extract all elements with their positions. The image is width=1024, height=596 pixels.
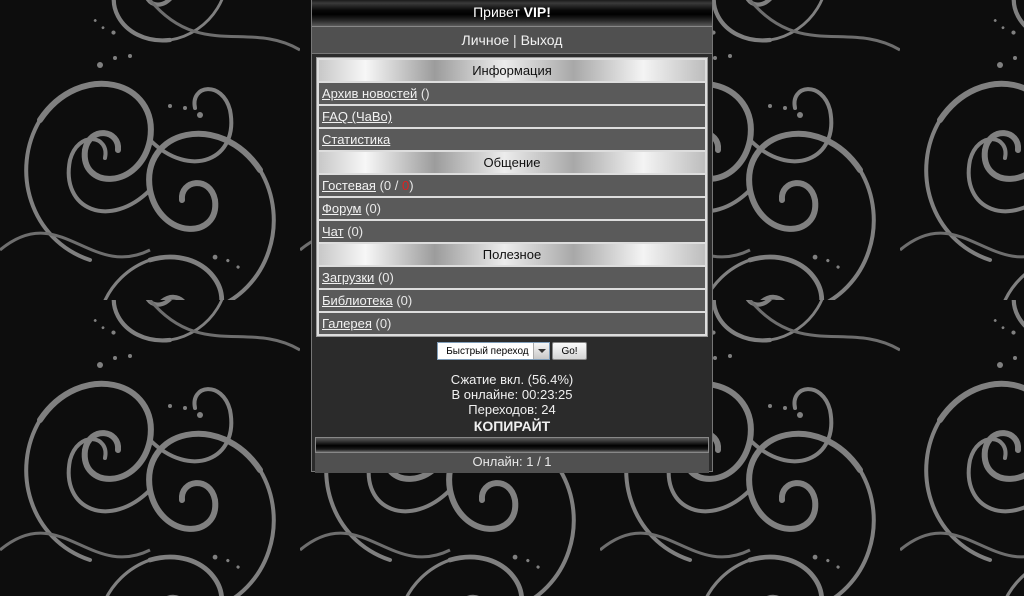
downloads-link[interactable]: Загрузки bbox=[322, 270, 374, 285]
menu-item-gallery: Галерея (0) bbox=[319, 313, 705, 334]
user-links: Личное | Выход bbox=[312, 27, 712, 54]
quick-nav-selected: Быстрый переход bbox=[446, 345, 529, 357]
chevron-down-icon[interactable] bbox=[533, 343, 550, 359]
quick-nav-form: Быстрый переход Go! bbox=[312, 341, 712, 361]
transitions-count: Переходов: 24 bbox=[468, 402, 556, 417]
menu-item-guestbook: Гостевая (0 / 0) bbox=[319, 175, 705, 198]
news-archive-link[interactable]: Архив новостей bbox=[322, 86, 417, 101]
main-panel: Привет VIP! Личное | Выход Информация Ар… bbox=[311, 0, 713, 473]
stats-block: Сжатие вкл. (56.4%) В онлайне: 00:23:25 … bbox=[312, 372, 712, 434]
chat-count: (0) bbox=[347, 224, 364, 239]
library-count: (0) bbox=[396, 293, 413, 308]
guestbook-link[interactable]: Гостевая bbox=[322, 178, 376, 193]
go-button[interactable]: Go! bbox=[552, 342, 587, 360]
section-heading-info: Информация bbox=[319, 60, 705, 83]
library-link[interactable]: Библиотека bbox=[322, 293, 393, 308]
greeting-text: Привет bbox=[473, 4, 520, 20]
menu-item-forum: Форум (0) bbox=[319, 198, 705, 221]
chat-link[interactable]: Чат bbox=[322, 224, 344, 239]
online-count: Онлайн: 1 / 1 bbox=[315, 453, 709, 473]
forum-link[interactable]: Форум bbox=[322, 201, 362, 216]
personal-link[interactable]: Личное bbox=[462, 32, 510, 48]
menu-item-library: Библиотека (0) bbox=[319, 290, 705, 313]
online-time: В онлайне: 00:23:25 bbox=[451, 387, 573, 402]
menu-item-news-archive: Архив новостей () bbox=[319, 83, 705, 106]
menu-item-faq: FAQ (ЧаВо) bbox=[319, 106, 705, 129]
gallery-link[interactable]: Галерея bbox=[322, 316, 372, 331]
guestbook-count-prefix: (0 / bbox=[379, 178, 402, 193]
downloads-count: (0) bbox=[377, 270, 394, 285]
forum-count: (0) bbox=[365, 201, 382, 216]
copyright: КОПИРАЙТ bbox=[473, 418, 551, 434]
logout-link[interactable]: Выход bbox=[521, 32, 563, 48]
gallery-count: (0) bbox=[375, 316, 392, 331]
menu-item-statistics: Статистика bbox=[319, 129, 705, 152]
faq-link[interactable]: FAQ (ЧаВо) bbox=[322, 109, 392, 124]
menu-item-chat: Чат (0) bbox=[319, 221, 705, 244]
footer-bar bbox=[315, 437, 709, 453]
quick-nav-select[interactable]: Быстрый переход bbox=[437, 342, 551, 360]
guestbook-count-suffix: ) bbox=[409, 178, 414, 193]
greeting-bar: Привет VIP! bbox=[312, 0, 712, 27]
compression-status: Сжатие вкл. (56.4%) bbox=[450, 372, 574, 387]
link-separator: | bbox=[509, 32, 521, 48]
statistics-link[interactable]: Статистика bbox=[322, 132, 390, 147]
guestbook-count: (0 / 0) bbox=[380, 178, 414, 193]
username: VIP! bbox=[523, 4, 551, 20]
news-archive-count: () bbox=[420, 86, 430, 101]
main-menu: Информация Архив новостей () FAQ (ЧаВо) … bbox=[316, 57, 708, 337]
bottom-area: Быстрый переход Go! Сжатие вкл. (56.4%) … bbox=[312, 337, 712, 473]
section-heading-communication: Общение bbox=[319, 152, 705, 175]
menu-item-downloads: Загрузки (0) bbox=[319, 267, 705, 290]
section-heading-useful: Полезное bbox=[319, 244, 705, 267]
